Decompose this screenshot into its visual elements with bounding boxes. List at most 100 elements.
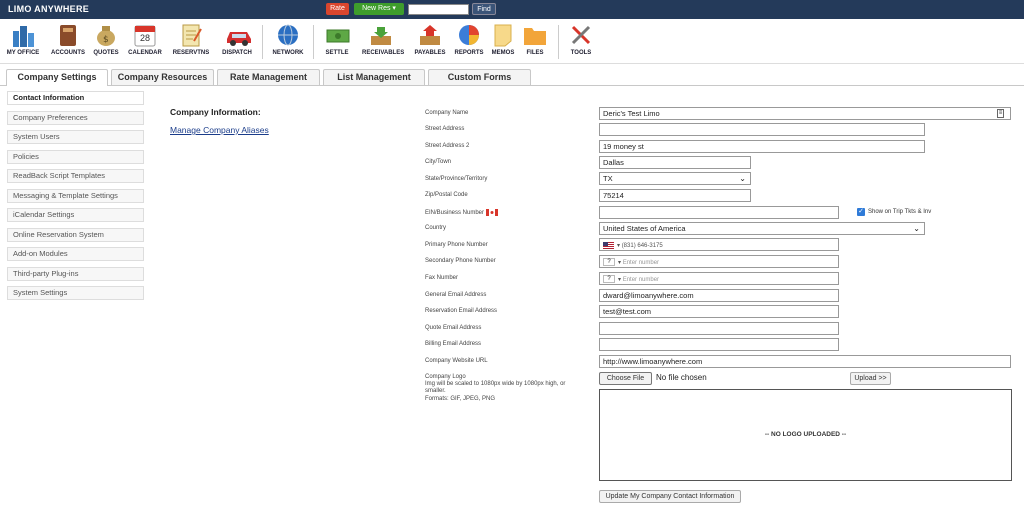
toolbar-calendar[interactable]: 28 CALENDAR — [126, 23, 164, 56]
toolbar-label: SETTLE — [325, 50, 349, 56]
street-address-field[interactable] — [599, 123, 925, 136]
show-on-trip-checkbox[interactable]: ✓ — [857, 208, 865, 216]
toolbar-divider — [313, 25, 314, 59]
car-icon — [225, 23, 251, 47]
fax-field[interactable]: ? ▾ Enter number — [599, 272, 839, 285]
tab-company-resources[interactable]: Company Resources — [111, 69, 214, 85]
find-button[interactable]: Find — [472, 3, 496, 15]
state-select[interactable]: TX ⌄ — [599, 172, 751, 185]
sidebar-item-icalendar[interactable]: iCalendar Settings — [7, 208, 144, 222]
toolbar-label: ACCOUNTS — [51, 50, 85, 56]
cash-icon — [325, 23, 350, 47]
reservation-email-field[interactable]: test@test.com — [599, 305, 839, 318]
toolbar-label: NETWORK — [272, 50, 304, 56]
toolbar-receivables[interactable]: RECEIVABLES — [362, 23, 405, 56]
toolbar-label: TOOLS — [570, 50, 592, 56]
contact-card-icon: ≡ — [997, 109, 1004, 118]
chevron-down-icon: ▾ — [392, 5, 396, 12]
state-value: TX — [603, 174, 613, 183]
calendar-day: 28 — [139, 33, 150, 43]
company-name-label: Company Name — [425, 110, 469, 116]
city-field[interactable]: Dallas — [599, 156, 751, 169]
no-file-chosen: No file chosen — [656, 373, 707, 382]
secondary-phone-placeholder: Enter number — [622, 260, 660, 266]
street-address-2-field[interactable]: 19 money st — [599, 140, 925, 153]
canada-flag-icon — [485, 209, 498, 216]
country-select[interactable]: United States of America ⌄ — [599, 222, 925, 235]
main-toolbar: MY OFFICE ACCOUNTS $ QUOTES 28 CALENDAR … — [0, 19, 1024, 64]
quote-email-field[interactable] — [599, 322, 839, 335]
sidebar-item-online-reservation[interactable]: Online Reservation System — [7, 227, 144, 242]
choose-file-button[interactable]: Choose File — [599, 372, 652, 385]
tab-custom-forms[interactable]: Custom Forms — [428, 69, 531, 85]
billing-email-label: Billing Email Address — [425, 341, 482, 347]
sidebar-item-readback-templates[interactable]: ReadBack Script Templates — [7, 169, 144, 183]
upload-button[interactable]: Upload >> — [850, 372, 891, 385]
toolbar-label: FILES — [526, 50, 544, 56]
state-label: State/Province/Territory — [425, 176, 488, 182]
rate-button[interactable]: Rate — [326, 3, 349, 15]
toolbar-label: REPORTS — [454, 50, 484, 56]
logo-note: Img will be scaled to 1080px wide by 108… — [425, 381, 566, 394]
sidebar-item-policies[interactable]: Policies — [7, 149, 144, 164]
toolbar-reports[interactable]: REPORTS — [450, 23, 488, 56]
toolbar-files[interactable]: FILES — [516, 23, 554, 56]
sidebar-item-messaging-templates[interactable]: Messaging & Template Settings — [7, 188, 144, 203]
quote-email-label: Quote Email Address — [425, 325, 482, 331]
new-res-button[interactable]: New Res ▾ — [354, 3, 404, 15]
sidebar-item-add-on-modules[interactable]: Add-on Modules — [7, 247, 144, 261]
notepad-icon — [179, 23, 203, 47]
ein-label-text: EIN/Business Number — [425, 210, 485, 217]
secondary-phone-field[interactable]: ? ▾ Enter number — [599, 255, 839, 268]
toolbar-label: CALENDAR — [128, 50, 162, 56]
toolbar-label: PAYABLES — [414, 50, 446, 56]
search-input[interactable] — [408, 4, 469, 15]
ein-field[interactable] — [599, 206, 839, 219]
tab-rate-management[interactable]: Rate Management — [217, 69, 320, 85]
top-bar: LIMO ANYWHERE Rate New Res ▾ Find — [0, 0, 1024, 19]
billing-email-field[interactable] — [599, 338, 839, 351]
inbox-icon — [369, 23, 393, 47]
primary-phone-field[interactable]: ▾ (831) 646-3175 — [599, 238, 839, 251]
memo-icon — [491, 23, 515, 47]
toolbar-divider — [558, 25, 559, 59]
toolbar-payables[interactable]: PAYABLES — [411, 23, 449, 56]
show-on-trip-label: Show on Trip Tkts & Inv — [868, 209, 932, 215]
tools-icon — [569, 23, 593, 47]
money-bag-icon: $ — [94, 23, 118, 47]
update-contact-button[interactable]: Update My Company Contact Information — [599, 490, 741, 503]
logo-label: Company Logo — [425, 374, 466, 380]
tab-list-management[interactable]: List Management — [323, 69, 425, 85]
zip-label: Zip/Postal Code — [425, 192, 468, 198]
zip-field[interactable]: 75214 — [599, 189, 751, 202]
toolbar-settle[interactable]: SETTLE — [318, 23, 356, 56]
logo-formats: Formats: GIF, JPEG, PNG — [425, 396, 496, 402]
svg-text:$: $ — [103, 35, 109, 45]
toolbar-network[interactable]: NETWORK — [269, 23, 307, 56]
toolbar-label: MY OFFICE — [6, 50, 40, 56]
company-name-field[interactable]: Deric's Test Limo ≡ — [599, 107, 1011, 120]
manage-aliases-link[interactable]: Manage Company Aliases — [170, 125, 269, 135]
toolbar-my-office[interactable]: MY OFFICE — [4, 23, 42, 56]
toolbar-dispatch[interactable]: DISPATCH — [218, 23, 256, 56]
general-email-field[interactable]: dward@limoanywhere.com — [599, 289, 839, 302]
settings-tabs: Company Settings Company Resources Rate … — [0, 66, 1024, 86]
secondary-phone-label: Secondary Phone Number — [425, 258, 496, 264]
tab-company-settings[interactable]: Company Settings — [6, 69, 108, 86]
toolbar-label: QUOTES — [93, 50, 119, 56]
sidebar-item-plugins[interactable]: Third-party Plug-ins — [7, 266, 144, 281]
toolbar-reservations[interactable]: RESERVTNS — [172, 23, 210, 56]
toolbar-label: RECEIVABLES — [362, 50, 405, 56]
toolbar-tools[interactable]: TOOLS — [562, 23, 600, 56]
sidebar-item-contact-information[interactable]: Contact Information — [7, 91, 144, 105]
sidebar-item-system-users[interactable]: System Users — [7, 130, 144, 144]
chevron-down-icon: ⌄ — [913, 224, 920, 233]
sidebar-item-system-settings[interactable]: System Settings — [7, 286, 144, 300]
street2-label: Street Address 2 — [425, 143, 470, 149]
toolbar-accounts[interactable]: ACCOUNTS — [49, 23, 87, 56]
toolbar-quotes[interactable]: $ QUOTES — [87, 23, 125, 56]
us-flag-icon — [603, 241, 614, 249]
website-field[interactable]: http://www.limoanywhere.com — [599, 355, 1011, 368]
globe-icon — [276, 23, 300, 47]
sidebar-item-company-preferences[interactable]: Company Preferences — [7, 110, 144, 125]
